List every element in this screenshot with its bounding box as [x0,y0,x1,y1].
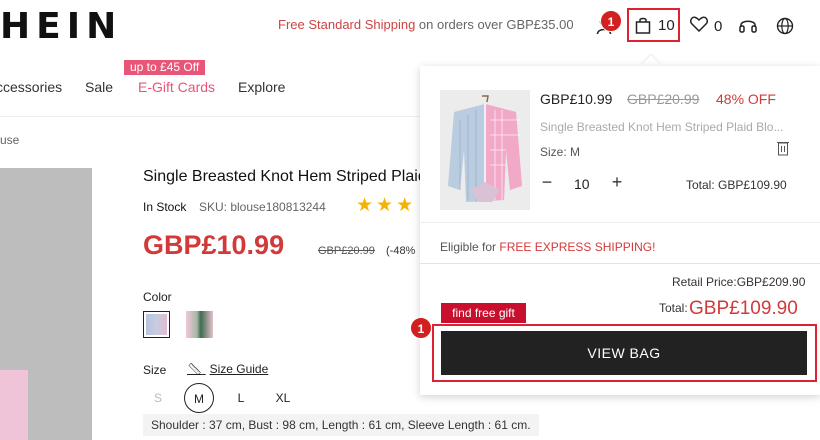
cart-item-size: Size: M [540,145,581,159]
size-option-m[interactable]: M [184,383,214,413]
stock-status: In Stock [143,200,187,214]
cart-item-discount: 48% OFF [716,91,776,107]
dropdown-divider [420,222,820,223]
size-option-xl[interactable]: XL [268,383,298,413]
size-guide-link[interactable]: 📏︎ Size Guide [187,362,268,376]
view-bag-button[interactable]: VIEW BAG [441,331,807,375]
color-swatch-blue-pink[interactable] [143,311,170,338]
shipping-banner[interactable]: Free Standard Shipping on orders over GB… [278,17,574,32]
cart-item-thumbnail[interactable] [440,90,530,210]
product-title: Single Breasted Knot Hem Striped Plaid [143,168,427,185]
eligible-highlight: FREE EXPRESS SHIPPING! [499,240,656,254]
globe-icon[interactable] [776,10,794,42]
wishlist-button[interactable]: 0 [690,10,722,42]
product-image-detail [0,370,28,440]
step-badge-view-bag: 1 [410,317,432,339]
size-measurements: Shoulder : 37 cm, Bust : 98 cm, Length :… [143,414,539,436]
bag-count: 10 [658,17,675,34]
quantity-decrease-button[interactable]: − [540,172,554,193]
shipping-eligibility: Eligible for FREE EXPRESS SHIPPING! [440,240,655,254]
order-total-label: Total: [659,301,688,315]
trash-icon[interactable] [777,140,789,156]
nav-item-gift-cards[interactable]: E-Gift Cards [138,79,215,95]
shipping-text: on orders over GBP£35.00 [415,17,574,32]
product-price: GBP£10.99 [143,230,285,260]
size-option-s[interactable]: S [143,383,173,413]
color-label: Color [143,290,172,304]
cart-item-name[interactable]: Single Breasted Knot Hem Striped Plaid B… [540,120,792,134]
color-swatch-multi[interactable] [186,311,213,338]
headset-icon[interactable] [738,10,758,42]
cart-item-total: Total: GBP£109.90 [686,178,787,192]
rating-stars[interactable]: ★★★ [356,194,416,217]
size-option-l[interactable]: L [226,383,256,413]
shopping-bag-icon [635,17,651,39]
sku-label: SKU: blouse180813244 [199,200,326,214]
order-total-value: GBP£109.90 [689,298,798,319]
nav-item-accessories[interactable]: ccessories [0,79,62,95]
nav-item-explore[interactable]: Explore [238,79,285,95]
cart-item-price: GBP£10.99 [540,91,613,107]
nav-item-sale[interactable]: Sale [85,79,113,95]
quantity-value[interactable]: 10 [574,176,590,192]
quantity-increase-button[interactable]: + [610,172,624,193]
find-free-gift-tag[interactable]: find free gift [441,303,526,323]
heart-icon [690,16,708,36]
dropdown-divider-2 [420,263,820,264]
brand-logo[interactable]: HEIN [0,6,122,47]
step-badge-header: 1 [600,10,622,32]
retail-price: Retail Price:GBP£209.90 [672,275,806,289]
breadcrumb[interactable]: use [0,133,19,147]
shipping-highlight: Free Standard Shipping [278,17,416,32]
bag-button[interactable]: 10 [627,8,680,42]
eligible-prefix: Eligible for [440,240,500,254]
size-guide-label: Size Guide [209,362,269,376]
cart-item-old-price: GBP£20.99 [627,91,700,107]
wishlist-count: 0 [714,17,723,35]
product-old-price: GBP£20.99 [318,245,375,257]
size-label: Size [143,363,167,377]
ruler-icon: 📏︎ [187,362,203,376]
product-discount: (-48% [386,245,416,257]
